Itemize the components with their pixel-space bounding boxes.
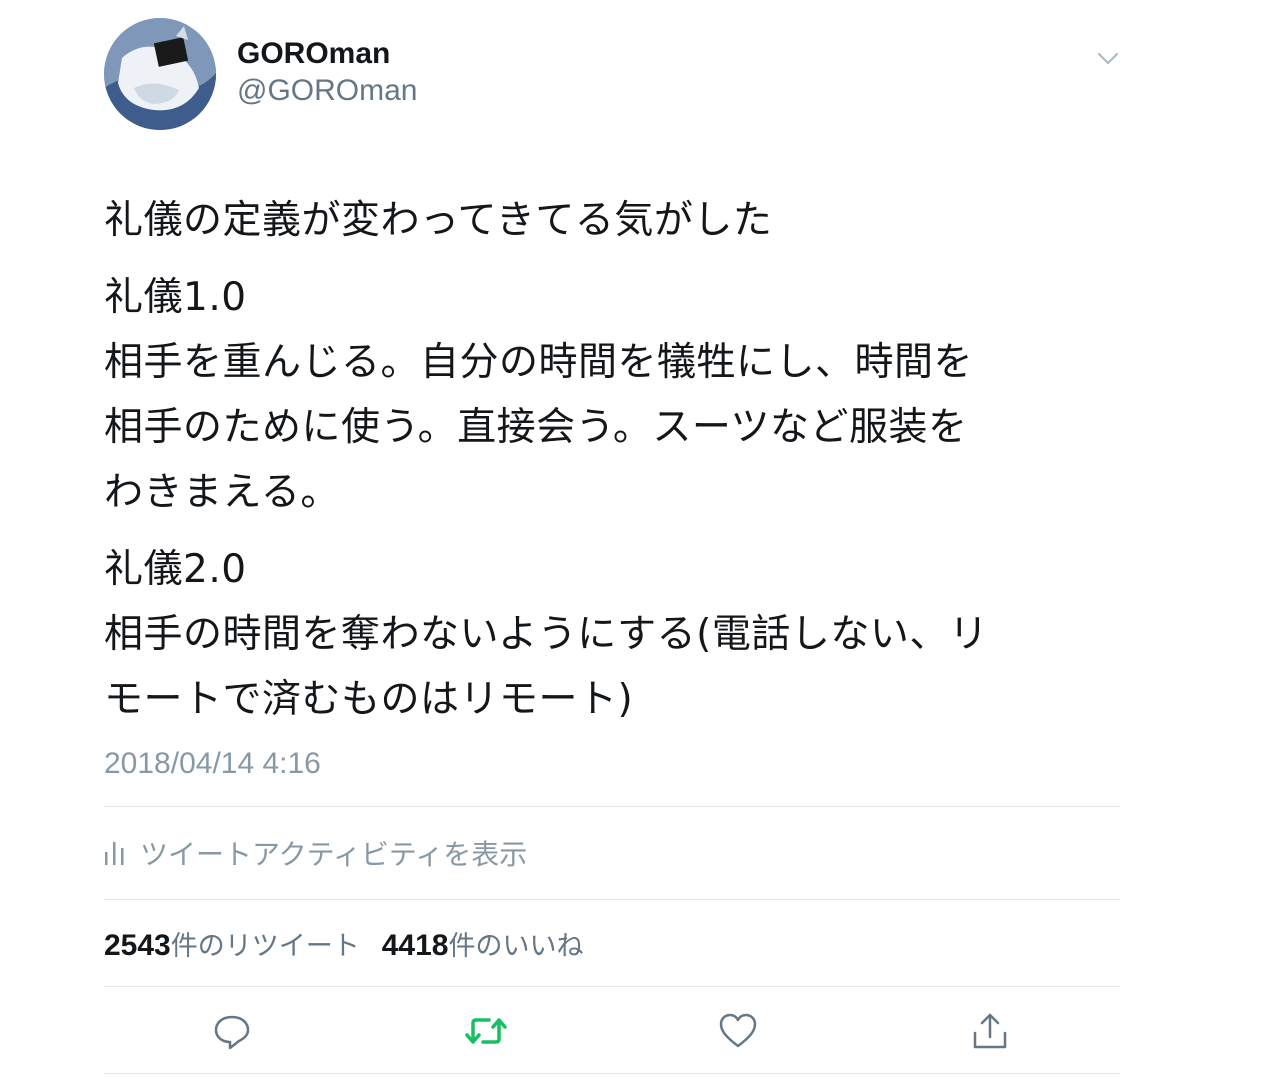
like-label: 件のいいね	[448, 930, 584, 962]
tweet-activity-link[interactable]: ツイートアクティビティを表示	[104, 807, 1120, 899]
retweet-count: 2543	[104, 928, 171, 962]
reply-icon	[214, 1015, 250, 1050]
like-count: 4418	[381, 928, 449, 962]
tweet-header: GOROman @GOROman	[104, 18, 1120, 132]
retweet-icon	[465, 1018, 507, 1044]
tweet-stats: 2543件のリツイート 4418件のいいね	[104, 900, 1120, 986]
share-icon	[973, 1013, 1007, 1049]
user-names: GOROman @GOROman	[237, 36, 417, 110]
avatar[interactable]	[104, 18, 216, 130]
bar-chart-icon	[105, 842, 124, 865]
display-name[interactable]: GOROman	[237, 36, 417, 72]
retweet-label: 件のリツイート	[170, 930, 360, 962]
tweet-text-paragraph: 礼儀1.0 相手を重んじる。自分の時間を犠牲にし、時間を 相手のために使う。直接…	[104, 275, 974, 515]
like-stat[interactable]: 4418件のいいね	[382, 924, 584, 963]
tweet-text: 礼儀の定義が変わってきてる気がした 礼儀1.0 相手を重んじる。自分の時間を犠牲…	[104, 188, 1120, 732]
user-handle[interactable]: @GOROman	[237, 72, 417, 110]
retweet-button[interactable]	[464, 1011, 507, 1051]
tweet-actions	[104, 987, 1120, 1073]
tweet: GOROman @GOROman 礼儀の定義が変わってきてる気がした 礼儀1.0…	[104, 18, 1120, 1074]
share-button[interactable]	[970, 1011, 1010, 1051]
chevron-down-icon[interactable]	[1096, 46, 1120, 70]
heart-icon	[719, 1013, 757, 1048]
like-button[interactable]	[718, 1011, 758, 1051]
tweet-timestamp[interactable]: 2018/04/14 4:16	[104, 746, 1120, 782]
reply-button[interactable]	[212, 1011, 252, 1051]
divider	[104, 1073, 1120, 1074]
tweet-text-paragraph: 礼儀2.0 相手の時間を奪わないようにする(電話しない、リ モートで済むものはリ…	[104, 547, 989, 722]
activity-label: ツイートアクティビティを表示	[140, 838, 528, 871]
tweet-text-line: 礼儀の定義が変わってきてる気がした	[104, 198, 773, 243]
avatar-image	[104, 18, 216, 130]
retweet-stat[interactable]: 2543件のリツイート	[104, 924, 360, 963]
